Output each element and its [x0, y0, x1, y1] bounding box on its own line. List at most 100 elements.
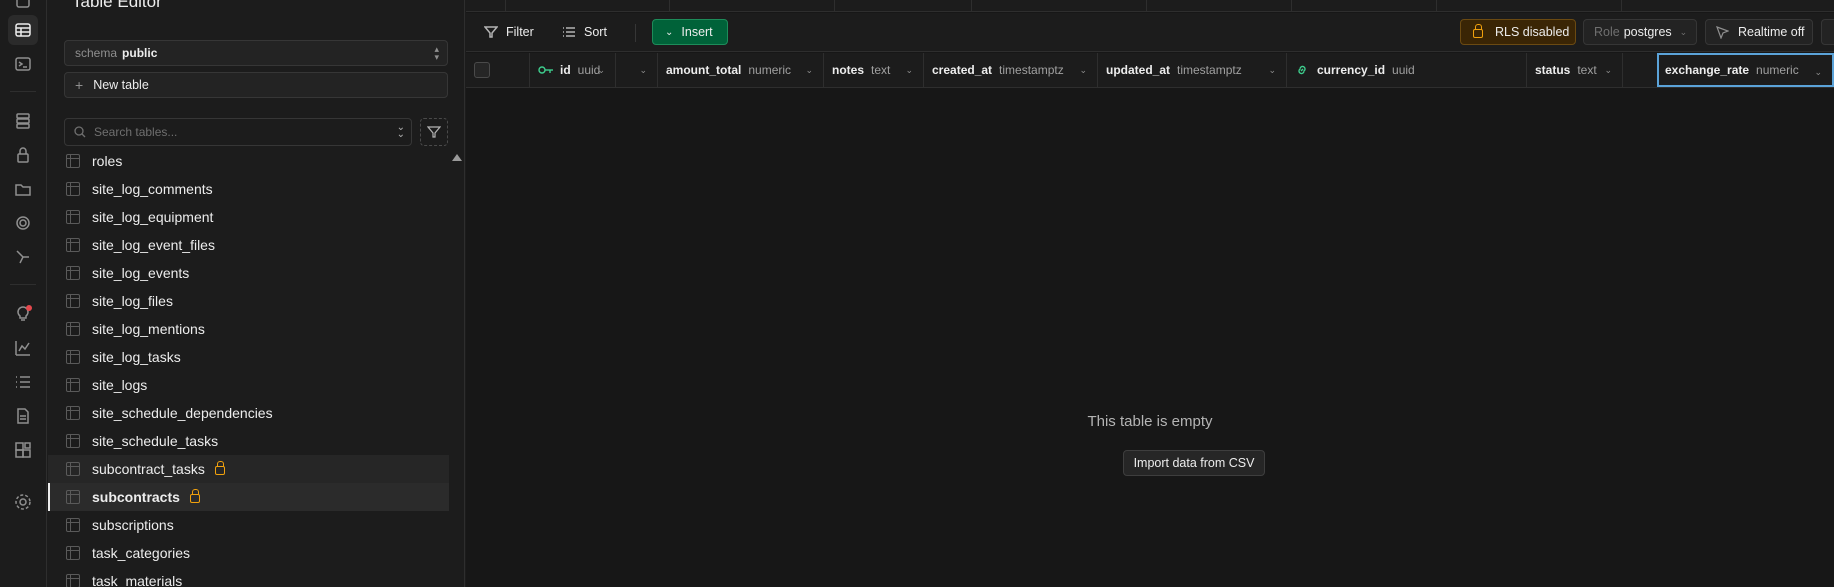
insert-button[interactable]: ⌄ Insert	[652, 19, 728, 45]
table-list-item[interactable]: site_log_tasks	[48, 343, 449, 371]
table-list-item[interactable]: site_log_event_files	[48, 231, 449, 259]
schema-selector[interactable]: schema public ▴ ▾	[64, 40, 448, 66]
advisors-bulb-icon[interactable]	[8, 299, 38, 329]
sort-label: Sort	[584, 25, 607, 39]
table-list-item[interactable]: site_schedule_dependencies	[48, 399, 449, 427]
logs-list-icon[interactable]	[8, 367, 38, 397]
filter-button[interactable]: Filter	[484, 19, 534, 45]
reports-chart-icon[interactable]	[8, 333, 38, 363]
column-header-id[interactable]: id uuid ⌄	[530, 53, 616, 87]
chevron-down-icon[interactable]: ⌄	[639, 65, 647, 76]
table-icon	[66, 182, 80, 196]
home-icon[interactable]	[8, 0, 38, 16]
edge-functions-icon[interactable]	[8, 242, 38, 272]
table-name: site_logs	[92, 377, 148, 393]
column-header-notes[interactable]: notes text ⌄	[824, 53, 924, 87]
table-list-item[interactable]: task_materials	[48, 567, 449, 587]
column-header-amount-total[interactable]: amount_total numeric ⌄	[658, 53, 824, 87]
foreign-key-link-icon	[1298, 65, 1306, 75]
chevron-down-icon[interactable]: ⌄	[805, 65, 813, 76]
select-all-checkbox[interactable]	[474, 62, 490, 78]
toolbar-divider	[635, 24, 636, 42]
table-icon	[66, 546, 80, 560]
table-name: subcontract_tasks	[92, 461, 205, 477]
column-header-updated-at[interactable]: updated_at timestamptz ⌄	[1098, 53, 1287, 87]
table-list-item[interactable]: site_schedule_tasks	[48, 427, 449, 455]
realtime-icon[interactable]	[8, 208, 38, 238]
table-name: task_materials	[92, 573, 183, 587]
table-list-item[interactable]: site_log_comments	[48, 175, 449, 203]
table-list-item[interactable]: subcontracts	[48, 483, 449, 511]
lock-icon	[1473, 24, 1483, 38]
chevron-down-icon[interactable]: ⌄	[1814, 67, 1822, 78]
column-name: status	[1535, 63, 1571, 77]
table-name: site_schedule_tasks	[92, 433, 219, 449]
column-header-currency-id[interactable]: currency_id uuid	[1287, 53, 1527, 87]
table-list-item[interactable]: subcontract_tasks	[48, 455, 449, 483]
column-type: uuid	[1392, 63, 1415, 77]
chevron-down-icon[interactable]: ⌄	[1604, 65, 1612, 76]
chevron-down-icon[interactable]: ⌄	[1079, 65, 1087, 76]
rail-divider	[10, 284, 36, 285]
table-name: site_log_comments	[92, 181, 213, 197]
table-editor-icon[interactable]	[8, 15, 38, 45]
table-list-item[interactable]: task_categories	[48, 539, 449, 567]
rls-disabled-button[interactable]: RLS disabled	[1460, 19, 1576, 45]
database-icon[interactable]	[8, 106, 38, 136]
schema-value: public	[122, 46, 158, 60]
column-header-status[interactable]: status text ⌄	[1527, 53, 1623, 87]
sort-button[interactable]: Sort	[562, 19, 607, 45]
new-table-button[interactable]: + New table	[64, 72, 448, 98]
realtime-button[interactable]: Realtime off	[1705, 19, 1813, 45]
storage-icon[interactable]	[8, 174, 38, 204]
grid-toolbar: Filter Sort ⌄ Insert RLS disabled Role p…	[466, 13, 1834, 52]
sort-icon	[563, 27, 575, 37]
column-header-exchange-rate[interactable]: exchange_rate numeric ⌄	[1657, 53, 1834, 87]
table-icon	[66, 406, 80, 420]
table-list-item[interactable]: site_log_events	[48, 259, 449, 287]
tabs-strip	[466, 0, 1834, 12]
table-search[interactable]: ⌄⌄	[64, 118, 412, 146]
table-list-item[interactable]: site_log_mentions	[48, 315, 449, 343]
column-name: id	[560, 63, 571, 77]
table-name: task_categories	[92, 545, 191, 561]
table-name: site_log_equipment	[92, 209, 214, 225]
more-button[interactable]	[1821, 19, 1834, 45]
auth-lock-icon[interactable]	[8, 140, 38, 170]
grid-header: id uuid ⌄ ⌄ amount_total numeric ⌄ notes…	[466, 53, 1834, 88]
realtime-cursor-icon	[1716, 25, 1729, 39]
collapse-chevrons-icon[interactable]: ⌄ ⌄	[397, 123, 405, 140]
filter-tables-button[interactable]	[420, 118, 448, 146]
table-name: site_log_event_files	[92, 237, 215, 253]
select-all-column	[466, 53, 530, 87]
column-name: notes	[832, 63, 865, 77]
table-list-item[interactable]: site_logs	[48, 371, 449, 399]
schema-label: schema	[75, 46, 118, 60]
table-list-item[interactable]: site_log_equipment	[48, 203, 449, 231]
sql-editor-icon[interactable]	[8, 49, 38, 79]
table-list-scrollbar[interactable]	[449, 150, 463, 587]
column-type: text	[871, 63, 891, 77]
table-list-item[interactable]: subscriptions	[48, 511, 449, 539]
table-list-item[interactable]: roles	[48, 147, 449, 175]
integrations-icon[interactable]	[8, 435, 38, 465]
scroll-up-arrow-icon[interactable]	[452, 154, 462, 161]
column-header-created-at[interactable]: created_at timestamptz ⌄	[924, 53, 1098, 87]
table-name: site_log_mentions	[92, 321, 205, 337]
table-list-item[interactable]: site_log_files	[48, 287, 449, 315]
chevron-down-icon[interactable]: ⌄	[1268, 65, 1276, 76]
column-type: numeric	[1756, 63, 1799, 77]
import-csv-button[interactable]: Import data from CSV	[1123, 450, 1265, 476]
search-input[interactable]	[94, 125, 364, 139]
column-type: timestamptz	[1177, 63, 1242, 77]
settings-gear-icon[interactable]	[8, 487, 38, 517]
role-selector[interactable]: Role postgres ⌄	[1583, 19, 1697, 45]
chevron-down-icon[interactable]: ⌄	[905, 65, 913, 76]
plus-icon: +	[75, 77, 84, 93]
filter-icon	[484, 26, 498, 38]
table-sidebar: Table Editor schema public ▴ ▾ + New tabl…	[48, 0, 465, 587]
chevron-down-icon[interactable]: ⌄	[597, 65, 605, 76]
api-docs-icon[interactable]	[8, 401, 38, 431]
column-header-hidden[interactable]: ⌄	[616, 53, 658, 87]
rls-lock-icon	[189, 489, 200, 503]
